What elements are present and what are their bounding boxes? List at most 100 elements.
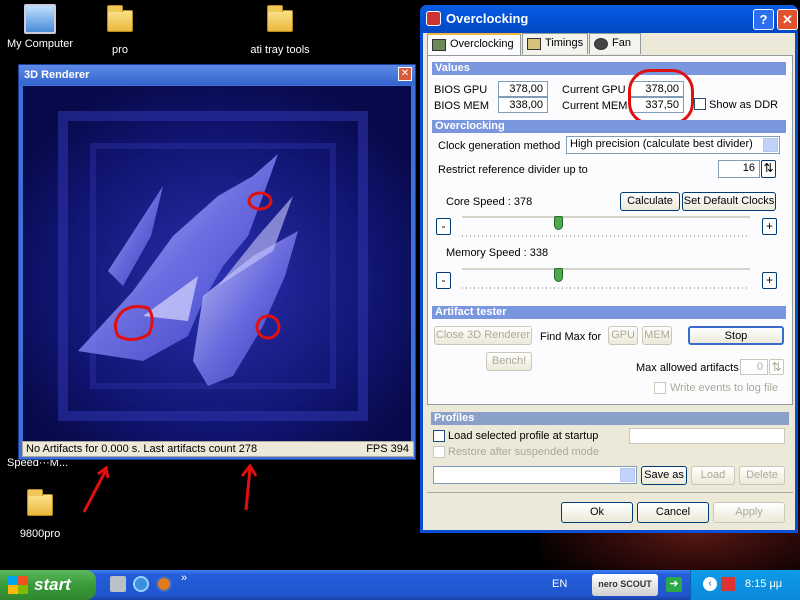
nero-scout-badge[interactable]: nero SCOUT <box>592 574 658 596</box>
clock[interactable]: 8:15 μμ <box>745 578 782 590</box>
max-allowed-artifacts-value[interactable]: 0 <box>740 359 768 375</box>
close-icon[interactable]: ✕ <box>777 9 798 30</box>
find-max-mem-button[interactable]: MEM <box>642 326 672 345</box>
system-tray: ‹ 8:15 μμ <box>690 570 800 600</box>
tools-icon[interactable] <box>110 576 126 592</box>
core-speed-slider[interactable] <box>462 216 750 230</box>
spinner-icon[interactable]: ⇅ <box>769 359 784 375</box>
timings-icon <box>527 38 541 50</box>
load-button[interactable]: Load <box>691 466 735 485</box>
folder-icon <box>107 5 133 32</box>
window-title: Overclocking <box>446 11 529 26</box>
restrict-divider-label: Restrict reference divider up to <box>438 164 588 176</box>
start-label: start <box>34 575 71 594</box>
load-profile-startup-checkbox[interactable] <box>433 430 445 442</box>
restrict-divider-value[interactable]: 16 <box>718 160 760 178</box>
section-profiles-header: Profiles <box>431 412 789 425</box>
section-values-header: Values <box>432 62 786 75</box>
render-viewport <box>23 86 411 443</box>
restore-suspend-checkbox[interactable] <box>433 446 445 458</box>
slider-ticks <box>462 235 750 237</box>
bios-gpu-value: 378,00 <box>498 81 548 97</box>
bench-button[interactable]: Bench! <box>486 352 532 371</box>
current-mem-label: Current MEM <box>562 100 628 112</box>
core-speed-label: Core Speed : 378 <box>446 196 533 208</box>
apply-button[interactable]: Apply <box>713 502 785 523</box>
current-gpu-label: Current GPU <box>562 84 626 96</box>
show-ddr-checkbox[interactable] <box>694 98 706 110</box>
firefox-icon[interactable] <box>156 576 172 592</box>
delete-button[interactable]: Delete <box>739 466 785 485</box>
computer-icon <box>24 4 56 34</box>
memory-plus-button[interactable]: + <box>762 272 777 289</box>
clock-method-value: High precision (calculate best divider) <box>570 138 753 150</box>
bios-mem-value: 338,00 <box>498 97 548 113</box>
taskbar: start » EN nero SCOUT ➜ ‹ 8:15 μμ <box>0 570 800 600</box>
slider-ticks <box>462 287 750 289</box>
calculate-button[interactable]: Calculate <box>620 192 680 211</box>
clock-method-label: Clock generation method <box>438 140 561 152</box>
load-profile-startup-label: Load selected profile at startup <box>448 430 599 442</box>
quicklaunch-more-icon[interactable]: » <box>181 572 187 584</box>
core-minus-button[interactable]: - <box>436 218 451 235</box>
start-button[interactable]: start <box>0 570 96 600</box>
window-titlebar[interactable]: Overclocking ? ✕ <box>420 5 798 33</box>
chip-icon <box>432 39 446 51</box>
memory-speed-label: Memory Speed : 338 <box>446 247 549 259</box>
tab-fan[interactable]: Fan <box>589 33 641 54</box>
section-overclocking-header: Overclocking <box>432 120 786 133</box>
spinner-icon[interactable]: ⇅ <box>761 160 776 178</box>
profile-select[interactable] <box>433 466 637 484</box>
ati-tray-icon[interactable] <box>721 577 735 591</box>
overclocking-window[interactable]: Overclocking ? ✕ Overclocking Timings Fa… <box>420 5 798 533</box>
chevron-left-icon[interactable]: ‹ <box>703 577 717 591</box>
tab-timings[interactable]: Timings <box>522 33 588 54</box>
internet-explorer-icon[interactable] <box>133 576 149 592</box>
memory-minus-button[interactable]: - <box>436 272 451 289</box>
annotation-arrow <box>82 465 110 513</box>
cancel-button[interactable]: Cancel <box>637 502 709 523</box>
find-max-label: Find Max for <box>540 331 602 343</box>
memory-speed-slider[interactable] <box>462 268 750 282</box>
desktop-icon-pro[interactable]: pro <box>80 5 160 56</box>
close-icon[interactable]: ✕ <box>398 67 412 81</box>
desktop-icon-my-computer[interactable]: My Computer <box>0 4 80 50</box>
desktop-icon-label: pro <box>112 44 128 56</box>
arrow-right-icon[interactable]: ➜ <box>666 577 682 592</box>
desktop-icon-ati-tray-tools[interactable]: ati tray tools <box>240 5 320 56</box>
chevron-down-icon <box>763 138 778 152</box>
show-ddr-label: Show as DDR <box>709 99 779 111</box>
close-3d-renderer-button[interactable]: Close 3D Renderer <box>434 326 532 345</box>
divider <box>427 492 793 493</box>
fan-icon <box>594 38 608 50</box>
windows-logo-icon <box>8 576 28 594</box>
help-icon[interactable]: ? <box>753 9 774 30</box>
folder-icon <box>27 489 53 516</box>
slider-thumb[interactable] <box>554 268 563 282</box>
ok-button[interactable]: Ok <box>561 502 633 523</box>
fps-counter: FPS 394 <box>366 443 409 455</box>
save-as-button[interactable]: Save as <box>641 466 687 485</box>
section-artifact-header: Artifact tester <box>432 306 786 319</box>
stop-button[interactable]: Stop <box>688 326 784 345</box>
slider-thumb[interactable] <box>554 216 563 230</box>
write-events-checkbox[interactable] <box>654 382 666 394</box>
find-max-gpu-button[interactable]: GPU <box>608 326 638 345</box>
renderer-window[interactable]: 3D Renderer ✕ No Artifacts for 0.000 s. … <box>18 64 416 460</box>
profile-name-field[interactable] <box>629 428 785 444</box>
overclocking-panel: Values BIOS GPU 378,00 BIOS MEM 338,00 C… <box>427 55 793 405</box>
write-events-label: Write events to log file <box>670 382 779 394</box>
desktop-icon-label: ati tray tools <box>250 44 310 56</box>
language-indicator[interactable]: EN <box>552 578 567 590</box>
app-icon <box>426 11 441 26</box>
desktop-icon-9800pro[interactable]: 9800pro <box>0 489 80 540</box>
clock-method-select[interactable]: High precision (calculate best divider) <box>566 136 780 154</box>
set-default-clocks-button[interactable]: Set Default Clocks <box>682 192 776 211</box>
renderer-statusbar: No Artifacts for 0.000 s. Last artifacts… <box>22 441 414 457</box>
core-plus-button[interactable]: + <box>762 218 777 235</box>
tab-overclocking[interactable]: Overclocking <box>427 33 521 55</box>
restore-suspend-label: Restore after suspended mode <box>448 446 600 458</box>
tab-label: Overclocking <box>450 38 514 50</box>
chevron-down-icon <box>620 468 635 482</box>
folder-icon <box>267 5 293 32</box>
